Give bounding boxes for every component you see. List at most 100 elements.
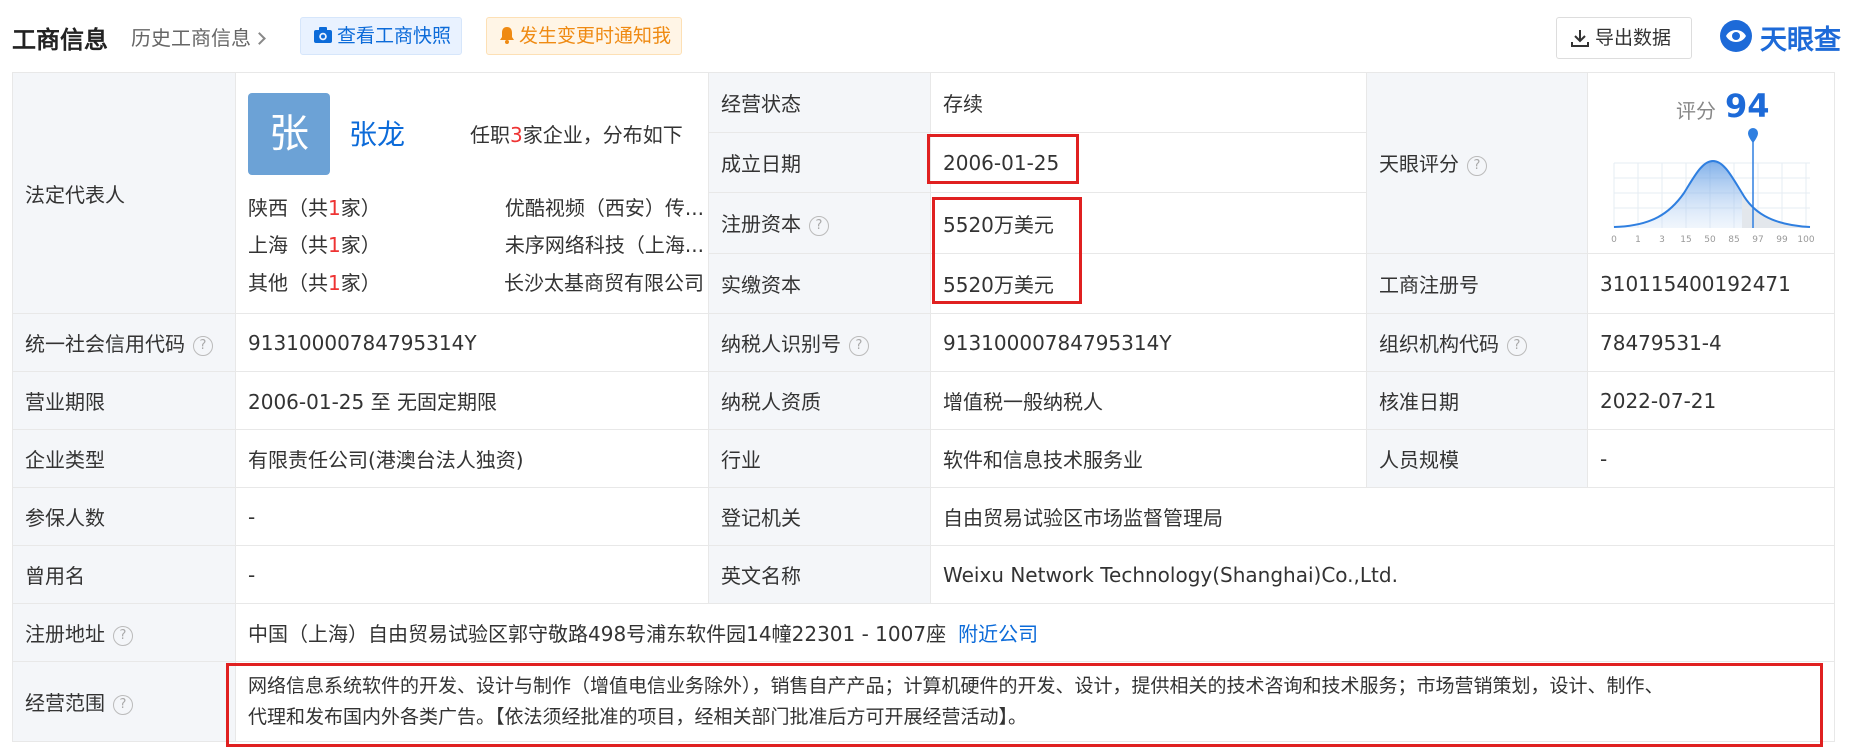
address-value: 中国（上海）自由贸易试验区郭守敬路498号浦东软件园14幢22301 - 100… [248,622,947,646]
help-icon[interactable]: ? [1467,156,1487,177]
region-row[interactable]: 上海（共1家） 未序网络科技（上海... [248,229,704,257]
bell-icon [500,27,514,44]
reg-number-label: 工商注册号 [1366,253,1588,314]
status-label: 经营状态 [708,72,931,133]
tax-qual-value: 增值税一般纳税人 [930,371,1367,430]
score-tick: 99 [1776,235,1788,243]
approve-date-value: 2022-07-21 [1587,371,1835,430]
insured-value: - [235,487,709,546]
paid-capital-label: 实缴资本 [708,253,931,314]
score-tick: 50 [1704,235,1716,243]
insured-label: 参保人数 [12,487,236,546]
region-label: 陕西（共1家） [248,196,381,220]
section-header: 工商信息 历史工商信息 查看工商快照 发生变更时通知我 导出数据 天眼查 [0,0,1855,72]
export-label: 导出数据 [1595,27,1672,49]
score-tick: 3 [1659,235,1665,243]
region-company[interactable]: 优酷视频（西安）传... [505,192,704,221]
tax-qual-label: 纳税人资质 [708,371,931,430]
term-value: 2006-01-25 至 无固定期限 [235,371,709,430]
region-row[interactable]: 陕西（共1家） 优酷视频（西安）传... [248,192,704,220]
legal-rep-cell: 张 张龙 任职3家企业，分布如下 陕西（共1家） 优酷视频（西安）传... 上海（… [235,72,709,314]
camera-icon [314,27,332,43]
former-name-label: 曾用名 [12,545,236,604]
industry-value: 软件和信息技术服务业 [930,429,1367,488]
reg-number-value: 310115400192471 [1587,253,1835,314]
notify-button[interactable]: 发生变更时通知我 [486,17,682,55]
download-icon [1571,30,1589,47]
reg-capital-value: 5520万美元 [930,192,1367,255]
legal-rep-tenure: 任职3家企业，分布如下 [470,119,683,148]
score-tick: 85 [1728,235,1739,243]
help-icon[interactable]: ? [113,694,133,715]
help-icon[interactable]: ? [113,625,133,646]
approve-date-label: 核准日期 [1366,371,1588,430]
reg-capital-label-cell: 注册资本? [708,192,931,255]
score-tick: 97 [1752,235,1763,243]
tax-id-label: 纳税人识别号 [721,331,841,356]
nearby-companies-link[interactable]: 附近公司 [958,622,1038,646]
table-row: 注册地址? 中国（上海）自由贸易试验区郭守敬路498号浦东软件园14幢22301… [12,603,1835,662]
company-type-value: 有限责任公司(港澳台法人独资) [235,429,709,488]
region-company[interactable]: 长沙太基商贸有限公司 [504,267,704,296]
scope-label-cell: 经营范围? [12,661,236,742]
org-code-label: 组织机构代码 [1379,331,1499,356]
tenure-suffix: 家企业，分布如下 [522,123,683,147]
tianyan-score-label: 天眼评分 [1379,152,1459,177]
help-icon[interactable]: ? [849,335,869,356]
address-label-cell: 注册地址? [12,603,236,662]
tianyan-score-label-cell: 天眼评分? [1366,71,1588,255]
region-row[interactable]: 其他（共1家） 长沙太基商贸有限公司 [248,267,704,295]
reg-capital-label: 注册资本 [721,212,801,237]
table-row: 法定代表人 张 张龙 任职3家企业，分布如下 陕西（共1家） 优酷视频（西安）传.… [12,71,1835,314]
paid-capital-value: 5520万美元 [930,253,1367,314]
help-icon[interactable]: ? [1507,335,1527,356]
status-value: 存续 [930,72,1367,133]
history-link[interactable]: 历史工商信息 [131,22,266,51]
score-area [1614,161,1742,229]
region-company[interactable]: 未序网络科技（上海... [505,229,704,258]
address-cell: 中国（上海）自由贸易试验区郭守敬路498号浦东软件园14幢22301 - 100… [235,603,1835,662]
scope-line: 代理和发布国内外各类广告。【依法须经批准的项目，经相关部门批准后方可开展经营活动… [248,705,1028,728]
industry-label: 行业 [708,429,931,488]
authority-value: 自由贸易试验区市场监督管理局 [930,487,1835,546]
avatar[interactable]: 张 [248,93,330,175]
help-icon[interactable]: ? [193,335,213,356]
org-code-value: 78479531-4 [1587,313,1835,372]
region-label: 上海（共1家） [248,233,381,257]
score-ticks: 0 1 3 15 50 85 97 99 100 [1611,235,1815,243]
found-date-value: 2006-01-25 [930,131,1367,194]
tenure-prefix: 任职 [470,123,510,147]
english-name-value: Weixu Network Technology(Shanghai)Co.,Lt… [930,545,1835,604]
region-label: 其他（共1家） [248,271,381,295]
help-icon[interactable]: ? [809,216,829,237]
staff-size-value: - [1587,429,1835,488]
history-label: 历史工商信息 [131,26,251,50]
logo-mark-icon [1720,20,1752,52]
scope-label: 经营范围 [25,690,105,715]
company-type-label: 企业类型 [12,429,236,488]
score-tick: 15 [1680,235,1691,243]
term-label: 营业期限 [12,371,236,430]
notify-label: 发生变更时通知我 [519,25,672,47]
score-chart[interactable]: 评分 94 0 1 3 15 50 85 97 99 100 [1602,83,1818,243]
section-title: 工商信息 [12,26,108,54]
tax-id-label-cell: 纳税人识别号? [708,313,931,372]
credit-code-value: 91310000784795314Y [235,313,709,372]
legal-rep-card: 张 张龙 任职3家企业，分布如下 陕西（共1家） 优酷视频（西安）传... 上海（… [248,74,704,313]
table-row: 曾用名 - 英文名称 Weixu Network Technology(Shan… [12,545,1835,604]
business-info-table: 法定代表人 张 张龙 任职3家企业，分布如下 陕西（共1家） 优酷视频（西安）传.… [12,71,1835,742]
snapshot-button[interactable]: 查看工商快照 [300,17,462,55]
staff-size-label: 人员规模 [1366,429,1588,488]
score-tick: 0 [1611,235,1617,243]
legal-rep-name[interactable]: 张龙 [349,113,405,153]
address-label: 注册地址 [25,621,105,646]
logo-text: 天眼查 [1760,25,1841,56]
english-name-label: 英文名称 [708,545,931,604]
scope-line: 网络信息系统软件的开发、设计与制作（增值电信业务除外），销售自产产品；计算机硬件… [248,674,1664,697]
score-cell: 评分 94 0 1 3 15 50 85 97 99 100 [1587,71,1835,255]
export-button[interactable]: 导出数据 [1556,17,1692,59]
table-row: 参保人数 - 登记机关 自由贸易试验区市场监督管理局 [12,487,1835,546]
credit-code-label: 统一社会信用代码 [25,331,185,356]
chevron-right-icon [253,32,266,45]
tianyancha-logo[interactable]: 天眼查 [1718,16,1848,56]
